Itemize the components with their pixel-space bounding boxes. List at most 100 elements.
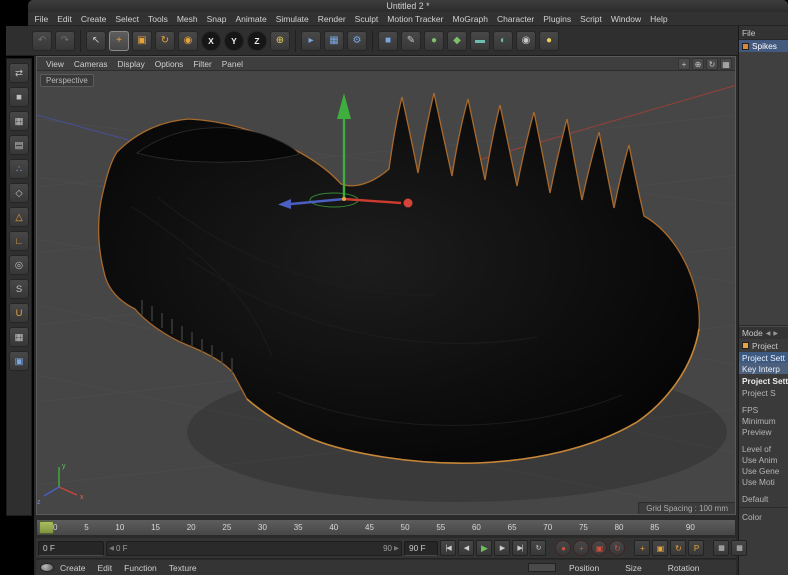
menu-help[interactable]: Help — [646, 14, 672, 24]
subdivision-surface-button[interactable]: ● — [424, 30, 444, 51]
make-editable-icon[interactable]: ⇄ — [9, 63, 29, 83]
menu-window[interactable]: Window — [606, 14, 645, 24]
live-selection-button[interactable]: ↖ — [86, 30, 106, 51]
end-frame-field[interactable]: 90 F — [404, 540, 438, 556]
viewport-solo-icon[interactable]: S — [9, 279, 29, 299]
lock-x-axis-button[interactable]: X — [201, 30, 221, 51]
tab-key-interpolation[interactable]: Key Interp — [739, 363, 788, 374]
menu-snap[interactable]: Snap — [202, 14, 231, 24]
move-tool-button[interactable]: + — [109, 30, 129, 51]
viewport-menu-panel[interactable]: Panel — [217, 59, 248, 69]
gizmo-x-tip[interactable] — [403, 198, 413, 208]
menu-edit[interactable]: Edit — [53, 14, 77, 24]
light-object-button[interactable]: ● — [539, 30, 559, 51]
array-generator-button[interactable]: ◆ — [447, 30, 467, 51]
object-list-item-spikes[interactable]: Spikes — [739, 40, 788, 52]
rotate-tool-button[interactable]: ↻ — [155, 30, 175, 51]
lock-y-axis-button[interactable]: Y — [224, 30, 244, 51]
lock-workplane-icon[interactable]: ▣ — [9, 351, 29, 371]
workplane-mode-icon[interactable]: ▤ — [9, 135, 29, 155]
menu-create[interactable]: Create — [76, 14, 111, 24]
tab-project-settings[interactable]: Project Sett — [739, 352, 788, 363]
enable-snap-icon[interactable]: U — [9, 303, 29, 323]
edges-mode-icon[interactable]: ◇ — [9, 183, 29, 203]
last-tool-button[interactable]: ◉ — [178, 30, 198, 51]
pan-view-icon[interactable]: + — [678, 57, 690, 70]
play-button[interactable]: ▶ — [476, 540, 492, 556]
viewport-menu-display[interactable]: Display — [113, 59, 150, 69]
scale-tool-button[interactable]: ▣ — [132, 30, 152, 51]
preview-range-slider[interactable]: ◀ 0 F 90 ▶ — [106, 540, 402, 556]
texture-mode-icon[interactable]: ▦ — [9, 111, 29, 131]
record-keyframe-button[interactable]: ● — [555, 540, 571, 556]
axis-mode-icon[interactable]: ∟ — [9, 231, 29, 251]
floor-object-button[interactable]: ▬ — [470, 30, 490, 51]
lock-z-axis-button[interactable]: Z — [247, 30, 267, 51]
toggle-views-icon[interactable]: ▦ — [720, 57, 732, 70]
animation-palette-button[interactable]: ▦ — [713, 540, 729, 556]
slider-right-arrow-icon[interactable]: ▶ — [392, 544, 401, 552]
animation-layout-button[interactable]: ▦ — [731, 540, 747, 556]
viewport-menu-view[interactable]: View — [41, 59, 69, 69]
menu-sculpt[interactable]: Sculpt — [350, 14, 383, 24]
undo-button[interactable]: ↶ — [32, 30, 52, 51]
gizmo-center[interactable] — [342, 197, 346, 201]
menu-script[interactable]: Script — [576, 14, 607, 24]
materials-menu-function[interactable]: Function — [118, 563, 163, 573]
render-view-button[interactable]: ▸ — [301, 30, 321, 51]
previous-frame-button[interactable]: ◀ — [458, 540, 474, 556]
redo-button[interactable]: ↷ — [55, 30, 75, 51]
menu-select[interactable]: Select — [111, 14, 144, 24]
next-frame-button[interactable]: ▶ — [494, 540, 510, 556]
points-mode-icon[interactable]: ∴ — [9, 159, 29, 179]
menu-motion-tracker[interactable]: Motion Tracker — [383, 14, 448, 24]
viewport[interactable]: y x z View Cameras Display Options Filte… — [36, 56, 736, 515]
menu-plugins[interactable]: Plugins — [539, 14, 576, 24]
record-position-toggle[interactable]: + — [573, 540, 589, 556]
current-frame-marker[interactable] — [39, 521, 54, 534]
current-frame-field[interactable]: 0 F — [38, 540, 104, 556]
menu-character[interactable]: Character — [492, 14, 538, 24]
timeline-ruler[interactable]: 0 5 10 15 20 25 30 35 40 45 50 55 60 65 … — [36, 519, 736, 536]
object-manager-file-menu[interactable]: File — [742, 28, 755, 38]
record-scale-toggle[interactable]: ▣ — [591, 540, 607, 556]
materials-menu-edit[interactable]: Edit — [92, 563, 119, 573]
am-history-back-icon[interactable]: ◀ — [763, 330, 771, 337]
goto-start-button[interactable]: |◀ — [440, 540, 456, 556]
materials-menu-texture[interactable]: Texture — [163, 563, 203, 573]
record-rotation-toggle[interactable]: ↻ — [609, 540, 625, 556]
keyframe-rotation-toggle[interactable]: ↻ — [670, 540, 686, 556]
model-mode-icon[interactable]: ■ — [9, 87, 29, 107]
keyframe-position-toggle[interactable]: + — [634, 540, 650, 556]
menu-mesh[interactable]: Mesh — [172, 14, 202, 24]
am-history-forward-icon[interactable]: ▶ — [770, 330, 778, 337]
menu-render[interactable]: Render — [313, 14, 350, 24]
dolly-view-icon[interactable]: ⊕ — [692, 57, 704, 70]
menu-file[interactable]: File — [30, 14, 53, 24]
render-settings-button[interactable]: ⚙ — [347, 30, 367, 51]
render-picture-viewer-button[interactable]: ▦ — [324, 30, 344, 51]
keyframe-scale-toggle[interactable]: ▣ — [652, 540, 668, 556]
keyframe-parameter-toggle[interactable]: P — [688, 540, 704, 556]
loop-playback-button[interactable]: ↻ — [530, 540, 546, 556]
environment-button[interactable]: ◐ — [493, 30, 513, 51]
primitive-cube-button[interactable]: ■ — [378, 30, 398, 51]
title-bar[interactable]: Untitled 2 * — [28, 0, 788, 12]
object-manager-area[interactable] — [739, 52, 788, 326]
menu-tools[interactable]: Tools — [144, 14, 173, 24]
tweak-mode-icon[interactable]: ◎ — [9, 255, 29, 275]
menu-animate[interactable]: Animate — [231, 14, 271, 24]
viewport-menu-cameras[interactable]: Cameras — [69, 59, 113, 69]
pen-spline-button[interactable]: ✎ — [401, 30, 421, 51]
rotate-view-icon[interactable]: ↻ — [706, 57, 718, 70]
menu-mograph[interactable]: MoGraph — [448, 14, 492, 24]
camera-object-button[interactable]: ◉ — [516, 30, 536, 51]
viewport-menu-filter[interactable]: Filter — [188, 59, 216, 69]
viewport-menu-options[interactable]: Options — [150, 59, 189, 69]
slider-left-arrow-icon[interactable]: ◀ — [107, 544, 116, 552]
workplane-snap-icon[interactable]: ▦ — [9, 327, 29, 347]
menu-simulate[interactable]: Simulate — [271, 14, 313, 24]
coordinate-system-button[interactable]: ⊕ — [270, 30, 290, 51]
attribute-mode-menu[interactable]: Mode — [742, 328, 763, 338]
viewport-canvas[interactable]: y x z — [37, 57, 736, 515]
